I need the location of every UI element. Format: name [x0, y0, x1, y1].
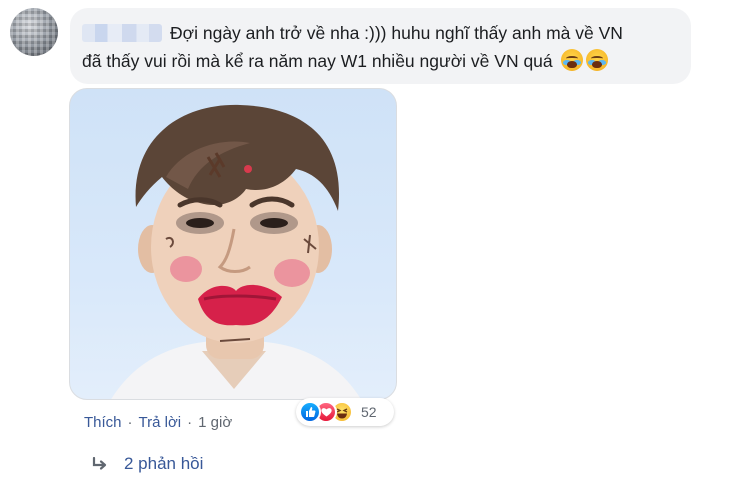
- commenter-name-redacted[interactable]: [82, 24, 162, 42]
- reply-arrow-icon: [92, 457, 107, 470]
- comment-actions: Thích · Trả lời · 1 giờ: [84, 412, 232, 434]
- replies-count-label[interactable]: 2 phản hồi: [124, 452, 203, 476]
- reply-link[interactable]: Trả lời: [139, 414, 182, 431]
- comment-photo[interactable]: [69, 88, 397, 400]
- reactions-summary[interactable]: 52: [296, 398, 394, 426]
- comment-line-1: Đợi ngày anh trở về nha :))) huhu nghĩ t…: [82, 19, 675, 47]
- loudly-crying-face-icon: [585, 49, 608, 71]
- separator-dot: ·: [127, 414, 133, 431]
- comment-line-2: đã thấy vui rồi mà kể ra năm nay W1 nhiề…: [82, 47, 675, 75]
- comment-timestamp[interactable]: 1 giờ: [198, 414, 232, 431]
- separator-dot: ·: [187, 414, 193, 431]
- comment-bubble: Đợi ngày anh trở về nha :))) huhu nghĩ t…: [70, 8, 691, 84]
- comment-text-line-2: đã thấy vui rồi mà kể ra năm nay W1 nhiề…: [82, 51, 553, 71]
- meme-face-illustration: [111, 104, 361, 399]
- like-link[interactable]: Thích: [84, 414, 122, 431]
- loudly-crying-face-icon: [560, 49, 583, 71]
- avatar-pixelation: [10, 8, 58, 56]
- like-icon: [299, 401, 321, 423]
- comment-text-line-1: Đợi ngày anh trở về nha :))) huhu nghĩ t…: [170, 23, 623, 43]
- commenter-avatar[interactable]: [10, 8, 58, 56]
- view-replies-link[interactable]: 2 phản hồi: [92, 452, 203, 476]
- reaction-count: 52: [361, 404, 377, 420]
